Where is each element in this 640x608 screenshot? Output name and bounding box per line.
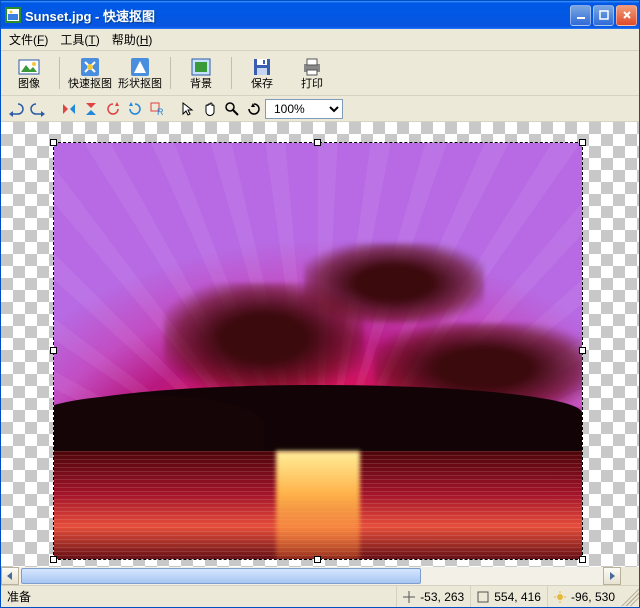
hand-tool[interactable] bbox=[199, 98, 221, 120]
pointer-tool[interactable] bbox=[177, 98, 199, 120]
selection-box[interactable] bbox=[53, 142, 583, 560]
app-window: Sunset.jpg - 快速抠图 文件(F) 工具(T) 帮助(H) 图像 快… bbox=[0, 0, 640, 608]
main-toolbar: 图像 快速抠图 形状抠图 背景 保存 打印 bbox=[1, 51, 639, 96]
rotate-right-button[interactable] bbox=[124, 98, 146, 120]
handle-w[interactable] bbox=[50, 347, 57, 354]
scroll-left-button[interactable] bbox=[1, 567, 19, 585]
resize-icon: R bbox=[149, 101, 165, 117]
zoom-select[interactable]: 100% bbox=[265, 99, 343, 119]
quick-cutout-icon bbox=[79, 56, 101, 78]
print-icon bbox=[301, 56, 323, 78]
menu-file[interactable]: 文件(F) bbox=[3, 29, 54, 50]
resize-grip[interactable] bbox=[621, 588, 639, 606]
handle-sw[interactable] bbox=[50, 556, 57, 563]
menubar: 文件(F) 工具(T) 帮助(H) bbox=[1, 29, 639, 51]
handle-se[interactable] bbox=[579, 556, 586, 563]
quick-cutout-button[interactable]: 快速抠图 bbox=[66, 53, 114, 93]
rotate-left-button[interactable] bbox=[102, 98, 124, 120]
handle-s[interactable] bbox=[314, 556, 321, 563]
maximize-button[interactable] bbox=[593, 5, 614, 26]
scroll-right-button[interactable] bbox=[603, 567, 621, 585]
flip-h-button[interactable] bbox=[58, 98, 80, 120]
save-icon bbox=[251, 56, 273, 78]
flip-v-button[interactable] bbox=[80, 98, 102, 120]
status-brightness: -96, 530 bbox=[548, 586, 621, 607]
handle-nw[interactable] bbox=[50, 139, 57, 146]
rotate-tool[interactable] bbox=[243, 98, 265, 120]
svg-text:R: R bbox=[157, 107, 164, 117]
status-ready: 准备 bbox=[1, 586, 397, 607]
menu-tools[interactable]: 工具(T) bbox=[54, 29, 105, 50]
hand-icon bbox=[202, 101, 218, 117]
resize-button[interactable]: R bbox=[146, 98, 168, 120]
menu-help[interactable]: 帮助(H) bbox=[106, 29, 159, 50]
handle-ne[interactable] bbox=[579, 139, 586, 146]
image-button[interactable]: 图像 bbox=[5, 53, 53, 93]
scroll-track[interactable] bbox=[19, 567, 603, 585]
rotate-tool-icon bbox=[246, 101, 262, 117]
image-icon bbox=[18, 56, 40, 78]
titlebar[interactable]: Sunset.jpg - 快速抠图 bbox=[1, 1, 639, 29]
background-button[interactable]: 背景 bbox=[177, 53, 225, 93]
close-button[interactable] bbox=[616, 5, 637, 26]
magnifier-tool[interactable] bbox=[221, 98, 243, 120]
minimize-button[interactable] bbox=[570, 5, 591, 26]
redo-button[interactable] bbox=[27, 98, 49, 120]
flip-h-icon bbox=[61, 101, 77, 117]
shape-cutout-icon bbox=[129, 56, 151, 78]
magnifier-icon bbox=[224, 101, 240, 117]
background-icon bbox=[190, 56, 212, 78]
pointer-icon bbox=[180, 101, 196, 117]
statusbar: 准备 -53, 263 554, 416 -96, 530 bbox=[1, 585, 639, 607]
undo-button[interactable] bbox=[5, 98, 27, 120]
status-size: 554, 416 bbox=[471, 586, 548, 607]
save-button[interactable]: 保存 bbox=[238, 53, 286, 93]
shape-cutout-button[interactable]: 形状抠图 bbox=[116, 53, 164, 93]
size-icon bbox=[477, 591, 490, 603]
undo-icon bbox=[8, 101, 24, 117]
print-button[interactable]: 打印 bbox=[288, 53, 336, 93]
rotate-right-icon bbox=[127, 101, 143, 117]
brightness-icon bbox=[554, 591, 567, 603]
position-icon bbox=[403, 591, 416, 603]
flip-v-icon bbox=[83, 101, 99, 117]
secondary-toolbar: R 100% bbox=[1, 96, 639, 122]
handle-n[interactable] bbox=[314, 139, 321, 146]
window-title: Sunset.jpg - 快速抠图 bbox=[25, 6, 570, 25]
handle-e[interactable] bbox=[579, 347, 586, 354]
status-position: -53, 263 bbox=[397, 586, 471, 607]
redo-icon bbox=[30, 101, 46, 117]
canvas-area[interactable] bbox=[1, 122, 639, 567]
app-icon bbox=[5, 7, 21, 23]
scroll-thumb[interactable] bbox=[21, 568, 421, 584]
rotate-left-icon bbox=[105, 101, 121, 117]
horizontal-scrollbar[interactable] bbox=[1, 567, 639, 585]
